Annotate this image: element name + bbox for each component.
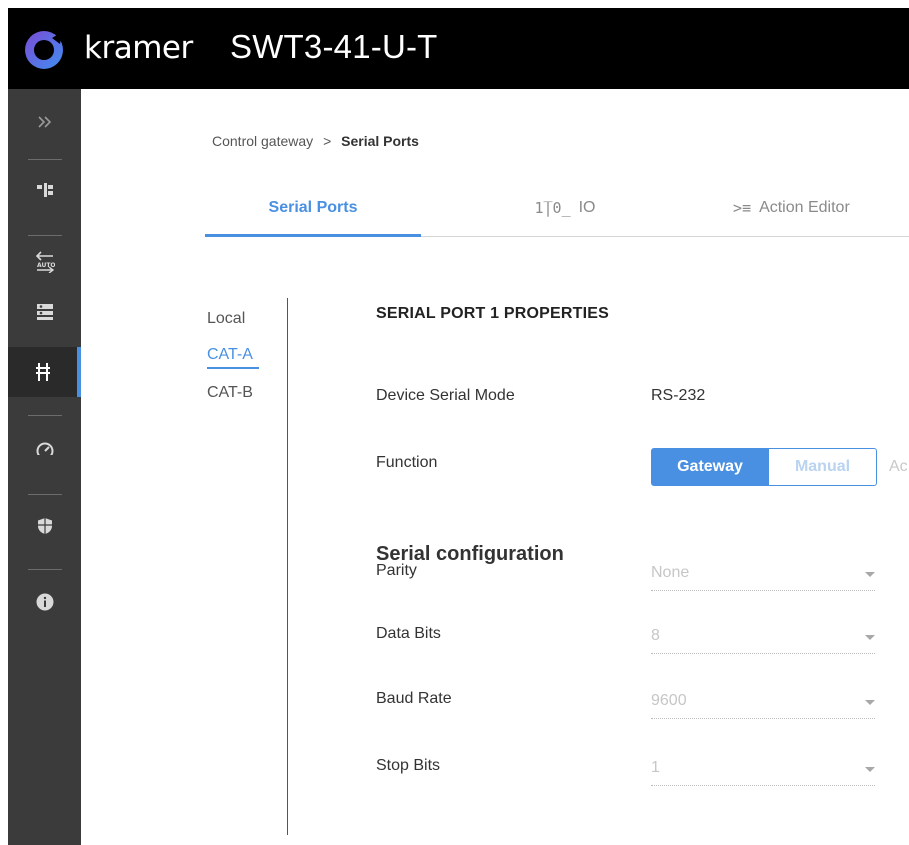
sidebar: AUTO — [8, 89, 81, 845]
tab-io[interactable]: 1̅|0̲ IO — [505, 180, 625, 235]
device-serial-mode-value: RS-232 — [651, 387, 706, 404]
top-header: kramer SWT3-41-U-T — [8, 8, 909, 89]
device-serial-mode-label: Device Serial Mode — [376, 387, 515, 404]
io-icon: 1̅|0̲ — [534, 198, 571, 217]
brand-name: kramer — [84, 30, 193, 66]
tab-serial-ports[interactable]: Serial Ports — [205, 180, 421, 235]
tab-label: IO — [578, 198, 596, 216]
sidebar-item-device-settings[interactable] — [8, 287, 81, 337]
baud-rate-select[interactable]: 9600 — [651, 692, 875, 719]
auto-switch-icon: AUTO — [35, 251, 55, 273]
parity-value: None — [651, 564, 690, 581]
port-local[interactable]: Local — [207, 310, 245, 328]
shield-icon — [37, 518, 52, 534]
device-settings-icon — [36, 304, 53, 320]
function-label: Function — [376, 454, 438, 471]
sidebar-item-security[interactable] — [8, 501, 81, 551]
chevron-down-icon — [865, 767, 875, 772]
kramer-logo-icon — [25, 31, 63, 69]
svg-text:AUTO: AUTO — [37, 262, 55, 269]
port-cat-a[interactable]: CAT-A — [207, 346, 253, 364]
function-manual-button[interactable]: Manual — [768, 448, 877, 486]
control-gateway-icon — [35, 363, 50, 381]
chevron-down-icon — [865, 700, 875, 705]
action-editor-icon: >≡ — [733, 198, 752, 217]
stop-bits-value: 1 — [651, 759, 660, 776]
chevron-down-icon — [865, 635, 875, 640]
parity-label: Parity — [376, 562, 417, 579]
tab-label: Serial Ports — [268, 198, 358, 216]
vertical-divider — [287, 298, 288, 835]
data-bits-label: Data Bits — [376, 625, 441, 642]
chevron-down-icon — [865, 572, 875, 577]
breadcrumb-parent[interactable]: Control gateway — [212, 133, 313, 149]
diagnostics-icon — [34, 442, 55, 459]
sidebar-item-routing[interactable] — [8, 165, 81, 215]
parity-select[interactable]: None — [651, 564, 875, 591]
stop-bits-select[interactable]: 1 — [651, 759, 875, 786]
data-bits-value: 8 — [651, 627, 660, 644]
active-tab-indicator — [205, 234, 421, 237]
info-icon — [36, 593, 53, 611]
port-cat-b[interactable]: CAT-B — [207, 384, 253, 402]
device-title: SWT3-41-U-T — [230, 28, 438, 65]
sidebar-item-info[interactable] — [8, 577, 81, 627]
data-bits-select[interactable]: 8 — [651, 627, 875, 654]
routing-icon — [36, 183, 53, 197]
tab-label: Action Editor — [759, 198, 850, 216]
breadcrumb-current: Serial Ports — [341, 133, 419, 149]
stop-bits-label: Stop Bits — [376, 757, 441, 774]
selected-port-underline — [207, 367, 259, 369]
function-third-button[interactable]: Ac — [889, 448, 909, 486]
baud-rate-label: Baud Rate — [376, 690, 452, 707]
expand-icon — [37, 116, 51, 128]
tab-action-editor[interactable]: >≡ Action Editor — [733, 180, 909, 235]
sidebar-expand-button[interactable] — [8, 97, 81, 147]
sidebar-item-diagnostics[interactable] — [8, 425, 81, 475]
breadcrumb-separator: > — [323, 133, 332, 149]
sidebar-item-auto-switch[interactable]: AUTO — [8, 237, 81, 287]
baud-rate-value: 9600 — [651, 692, 687, 709]
function-gateway-button[interactable]: Gateway — [651, 448, 769, 486]
tab-bar: Serial Ports 1̅|0̲ IO >≡ Action Editor — [205, 180, 909, 237]
sidebar-item-control-gateway[interactable] — [8, 347, 81, 397]
function-toggle: Gateway Manual Ac — [651, 448, 909, 488]
breadcrumb: Control gateway > Serial Ports — [212, 133, 419, 149]
properties-title: SERIAL PORT 1 PROPERTIES — [376, 305, 609, 322]
